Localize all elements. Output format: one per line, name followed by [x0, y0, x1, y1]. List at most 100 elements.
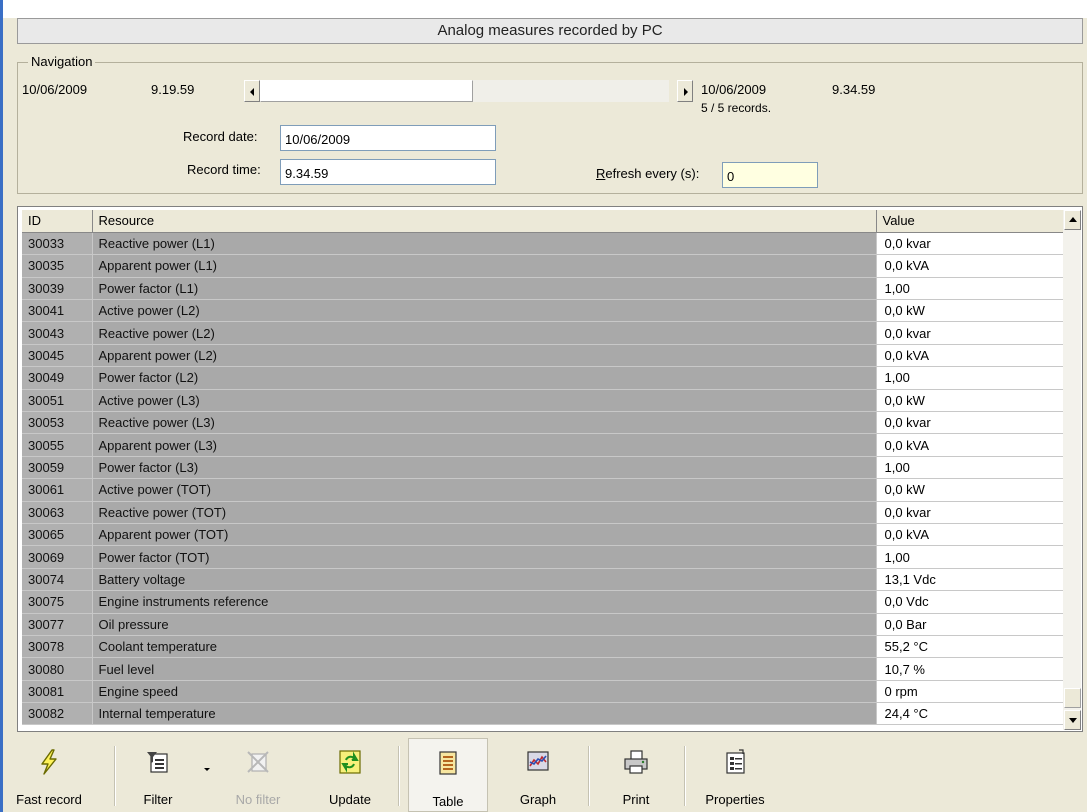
cell-value[interactable]: 0,0 Vdc [876, 590, 1064, 614]
cell-value[interactable]: 0,0 kvar [876, 232, 1064, 256]
cell-value[interactable]: 10,7 % [876, 657, 1064, 681]
cell-id[interactable]: 30081 [22, 680, 93, 704]
cell-value[interactable]: 0,0 kVA [876, 523, 1064, 547]
table-row[interactable]: 30078 Coolant temperature 55,2 °C [22, 635, 1064, 659]
grid-scroll-up-button[interactable] [1064, 210, 1081, 230]
table-row[interactable]: 30061 Active power (TOT) 0,0 kW [22, 478, 1064, 502]
table-row[interactable]: 30059 Power factor (L3) 1,00 [22, 456, 1064, 480]
cell-resource[interactable]: Internal temperature [92, 702, 877, 726]
cell-value[interactable]: 1,00 [876, 545, 1064, 569]
record-date-field[interactable]: 10/06/2009 [280, 125, 496, 151]
print-button[interactable]: Print [596, 738, 676, 812]
table-row[interactable]: 30069 Power factor (TOT) 1,00 [22, 545, 1064, 569]
cell-id[interactable]: 30055 [22, 433, 93, 457]
cell-id[interactable]: 30049 [22, 366, 93, 390]
table-row[interactable]: 30051 Active power (L3) 0,0 kW [22, 389, 1064, 413]
column-header-id[interactable]: ID [22, 210, 93, 233]
cell-value[interactable]: 24,4 °C [876, 702, 1064, 726]
table-row[interactable]: 30033 Reactive power (L1) 0,0 kvar [22, 232, 1064, 256]
cell-value[interactable]: 0,0 kvar [876, 501, 1064, 524]
cell-value[interactable]: 0,0 kvar [876, 321, 1064, 345]
table-row[interactable]: 30065 Apparent power (TOT) 0,0 kVA [22, 523, 1064, 547]
cell-resource[interactable]: Coolant temperature [92, 635, 877, 659]
table-row[interactable]: 30074 Battery voltage 13,1 Vdc [22, 568, 1064, 592]
table-view-button[interactable]: Table [408, 738, 488, 812]
column-header-value[interactable]: Value [876, 210, 1064, 233]
table-row[interactable]: 30041 Active power (L2) 0,0 kW [22, 299, 1064, 323]
cell-id[interactable]: 30069 [22, 545, 93, 569]
cell-id[interactable]: 30075 [22, 590, 93, 614]
cell-resource[interactable]: Apparent power (L1) [92, 254, 877, 278]
cell-resource[interactable]: Power factor (TOT) [92, 545, 877, 569]
cell-resource[interactable]: Active power (L2) [92, 299, 877, 323]
grid-scroll-thumb[interactable] [1064, 688, 1081, 708]
cell-id[interactable]: 30043 [22, 321, 93, 345]
update-button[interactable]: Update [314, 738, 386, 812]
refresh-interval-field[interactable]: 0 [722, 162, 818, 188]
cell-resource[interactable]: Reactive power (TOT) [92, 501, 877, 524]
cell-value[interactable]: 0,0 kVA [876, 254, 1064, 278]
record-scroll-left-button[interactable] [244, 80, 260, 102]
cell-id[interactable]: 30045 [22, 344, 93, 368]
table-row[interactable]: 30075 Engine instruments reference 0,0 Vdc [22, 590, 1064, 614]
table-row[interactable]: 30039 Power factor (L1) 1,00 [22, 277, 1064, 301]
table-row[interactable]: 30077 Oil pressure 0,0 Bar [22, 613, 1064, 636]
cell-value[interactable]: 0,0 kVA [876, 344, 1064, 368]
cell-resource[interactable]: Battery voltage [92, 568, 877, 592]
table-row[interactable]: 30049 Power factor (L2) 1,00 [22, 366, 1064, 390]
filter-dropdown-button[interactable] [198, 738, 218, 812]
cell-value[interactable]: 0 rpm [876, 680, 1064, 704]
cell-resource[interactable]: Engine speed [92, 680, 877, 704]
cell-resource[interactable]: Apparent power (TOT) [92, 523, 877, 547]
cell-resource[interactable]: Apparent power (L2) [92, 344, 877, 368]
grid-scroll-down-button[interactable] [1064, 710, 1081, 730]
cell-id[interactable]: 30035 [22, 254, 93, 278]
cell-id[interactable]: 30033 [22, 232, 93, 256]
cell-id[interactable]: 30053 [22, 411, 93, 435]
cell-value[interactable]: 0,0 kW [876, 299, 1064, 323]
cell-resource[interactable]: Engine instruments reference [92, 590, 877, 614]
table-row[interactable]: 30055 Apparent power (L3) 0,0 kVA [22, 433, 1064, 457]
cell-value[interactable]: 55,2 °C [876, 635, 1064, 659]
cell-resource[interactable]: Power factor (L3) [92, 456, 877, 480]
table-row[interactable]: 30063 Reactive power (TOT) 0,0 kvar [22, 501, 1064, 524]
cell-id[interactable]: 30078 [22, 635, 93, 659]
cell-value[interactable]: 13,1 Vdc [876, 568, 1064, 592]
cell-value[interactable]: 1,00 [876, 366, 1064, 390]
fast-record-button[interactable]: Fast record [0, 738, 98, 812]
cell-resource[interactable]: Power factor (L2) [92, 366, 877, 390]
table-row[interactable]: 30043 Reactive power (L2) 0,0 kvar [22, 321, 1064, 345]
cell-value[interactable]: 0,0 kVA [876, 433, 1064, 457]
graph-view-button[interactable]: Graph [498, 738, 578, 812]
record-scroll-right-button[interactable] [677, 80, 693, 102]
cell-value[interactable]: 0,0 Bar [876, 613, 1064, 636]
table-row[interactable]: 30035 Apparent power (L1) 0,0 kVA [22, 254, 1064, 278]
cell-resource[interactable]: Power factor (L1) [92, 277, 877, 301]
table-row[interactable]: 30045 Apparent power (L2) 0,0 kVA [22, 344, 1064, 368]
table-row[interactable]: 30080 Fuel level 10,7 % [22, 657, 1064, 681]
cell-value[interactable]: 1,00 [876, 277, 1064, 301]
cell-id[interactable]: 30074 [22, 568, 93, 592]
cell-id[interactable]: 30061 [22, 478, 93, 502]
table-row[interactable]: 30053 Reactive power (L3) 0,0 kvar [22, 411, 1064, 435]
cell-resource[interactable]: Fuel level [92, 657, 877, 681]
grid-vertical-scrollbar[interactable] [1063, 210, 1081, 730]
cell-value[interactable]: 1,00 [876, 456, 1064, 480]
cell-resource[interactable]: Active power (TOT) [92, 478, 877, 502]
cell-id[interactable]: 30082 [22, 702, 93, 726]
cell-id[interactable]: 30065 [22, 523, 93, 547]
cell-resource[interactable]: Active power (L3) [92, 389, 877, 413]
record-scroll-thumb[interactable] [260, 80, 473, 102]
cell-id[interactable]: 30077 [22, 613, 93, 636]
properties-button[interactable]: Properties [690, 738, 780, 812]
cell-id[interactable]: 30063 [22, 501, 93, 524]
table-row[interactable]: 30082 Internal temperature 24,4 °C [22, 702, 1064, 726]
column-header-resource[interactable]: Resource [92, 210, 877, 233]
cell-id[interactable]: 30059 [22, 456, 93, 480]
filter-button[interactable]: Filter [126, 738, 190, 812]
table-row[interactable]: 30081 Engine speed 0 rpm [22, 680, 1064, 704]
cell-resource[interactable]: Reactive power (L1) [92, 232, 877, 256]
cell-id[interactable]: 30041 [22, 299, 93, 323]
cell-value[interactable]: 0,0 kW [876, 478, 1064, 502]
cell-resource[interactable]: Apparent power (L3) [92, 433, 877, 457]
